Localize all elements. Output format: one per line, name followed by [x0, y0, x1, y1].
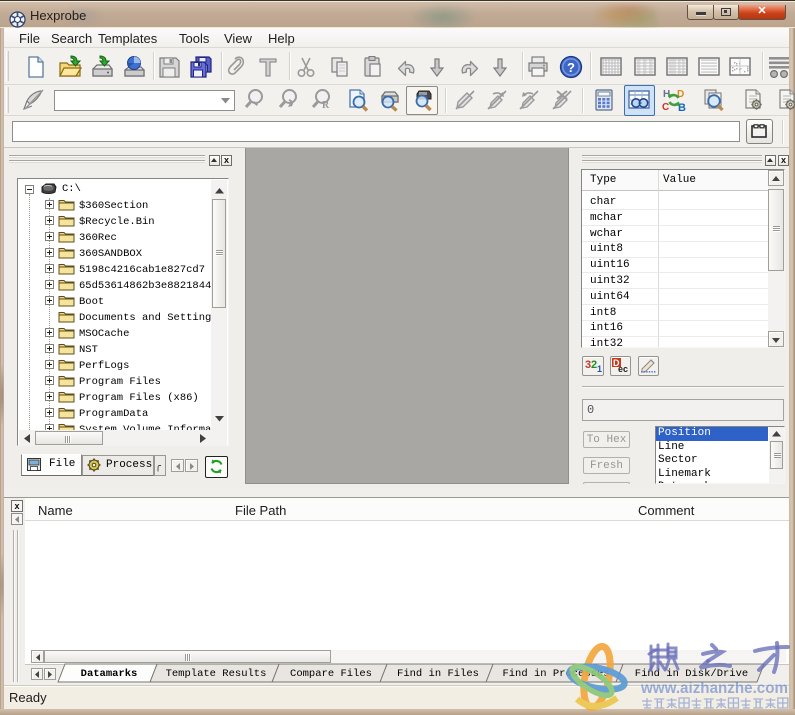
svg-text:1: 1	[597, 364, 602, 373]
svg-text:B: B	[678, 102, 686, 112]
svg-text:D: D	[677, 89, 684, 100]
svg-text:C: C	[662, 102, 669, 112]
svg-text:ec: ec	[618, 364, 628, 373]
svg-text:R: R	[322, 100, 330, 111]
svg-text:?: ?	[567, 60, 575, 75]
